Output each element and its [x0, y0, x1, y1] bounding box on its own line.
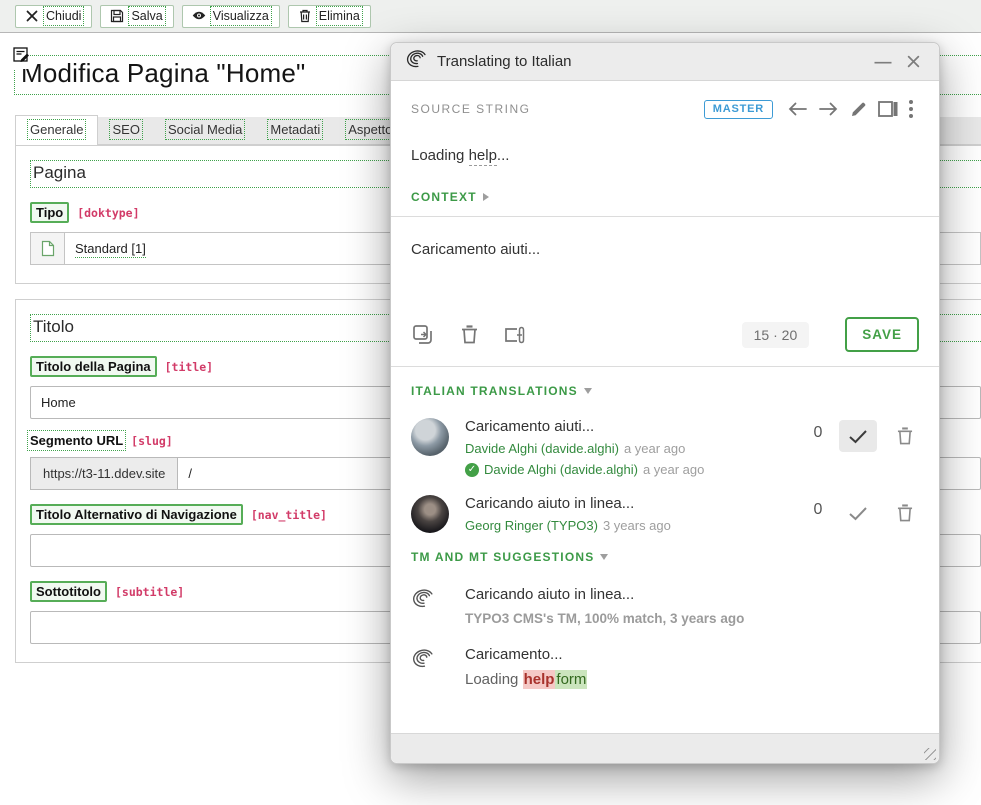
- doc-toolbar: Chiudi Salva Visualizza Elimina: [0, 0, 981, 33]
- close-document-button[interactable]: Chiudi: [15, 5, 92, 28]
- delete-button[interactable]: Elimina: [288, 5, 371, 28]
- tm-source-icon: [411, 646, 449, 688]
- dialog-footer: [391, 733, 939, 763]
- clear-translation-icon[interactable]: [457, 323, 481, 347]
- translation-author[interactable]: Georg Ringer (TYPO3): [465, 518, 598, 533]
- tab-seo[interactable]: SEO: [98, 116, 153, 144]
- tm-source-icon: [411, 586, 449, 626]
- copy-source-icon[interactable]: [411, 323, 435, 347]
- dialog-titlebar[interactable]: Translating to Italian —: [391, 43, 939, 81]
- suggestion-meta: TYPO3 CMS's TM, 100% match, 3 years ago: [465, 611, 919, 626]
- view-button[interactable]: Visualizza: [182, 5, 280, 28]
- close-button-label: Chiudi: [46, 9, 81, 23]
- edit-source-icon[interactable]: [843, 97, 873, 121]
- expand-context-icon: [483, 193, 489, 201]
- view-button-label: Visualizza: [213, 9, 269, 23]
- tab-generale[interactable]: Generale: [15, 115, 98, 145]
- save-translation-button[interactable]: SAVE: [845, 317, 919, 352]
- doktype-code: [doktype]: [77, 206, 139, 220]
- subtitle-code: [subtitle]: [115, 585, 184, 599]
- char-count: 15 · 20: [742, 322, 810, 348]
- translation-textarea[interactable]: Caricamento aiuti...: [411, 241, 919, 303]
- diff-added-text: form: [555, 670, 587, 689]
- suggestion-text: Caricando aiuto in linea...: [465, 586, 919, 603]
- save-button[interactable]: Salva: [100, 5, 173, 28]
- nav-title-label: Titolo Alternativo di Navigazione: [30, 504, 243, 525]
- avatar: [411, 418, 449, 456]
- doktype-label: Tipo: [30, 202, 69, 223]
- context-label: CONTEXT: [411, 190, 477, 204]
- crowdin-logo-icon: [405, 49, 428, 74]
- source-string-label: SOURCE STRING: [411, 102, 704, 116]
- eye-icon: [192, 9, 206, 23]
- nav-title-code: [nav_title]: [251, 508, 327, 522]
- diff-removed-text: help: [523, 670, 556, 689]
- suggestion-text: Caricamento...: [465, 646, 919, 663]
- slug-code: [slug]: [131, 434, 173, 448]
- delete-translation-icon[interactable]: [891, 497, 919, 529]
- edit-toolbar: 15 · 20 SAVE: [411, 317, 919, 352]
- collapse-translations-icon: [584, 388, 592, 394]
- divider: [391, 366, 939, 367]
- title-label: Titolo della Pagina: [30, 356, 157, 377]
- tab-metadati[interactable]: Metadati: [256, 116, 334, 144]
- source-string-row: SOURCE STRING MASTER: [411, 97, 919, 121]
- vote-count: 0: [811, 424, 825, 442]
- suggestion-diff: Loading helpform: [465, 671, 919, 688]
- translation-item: Caricando aiuto in linea... Georg Ringer…: [411, 495, 919, 533]
- collapse-suggestions-icon: [600, 554, 608, 560]
- save-button-label: Salva: [131, 9, 162, 23]
- dialog-body: SOURCE STRING MASTER Loading help...: [391, 81, 939, 735]
- approved-badge-icon: ✓: [465, 463, 479, 477]
- suggestions-section-header[interactable]: TM AND MT SUGGESTIONS: [411, 548, 919, 566]
- avatar: [411, 495, 449, 533]
- tab-social-media[interactable]: Social Media: [154, 116, 256, 144]
- approve-icon[interactable]: [839, 420, 877, 452]
- delete-translation-icon[interactable]: [891, 420, 919, 452]
- translation-item: Caricamento aiuti... Davide Alghi (david…: [411, 418, 919, 477]
- translation-text: Caricamento aiuti...: [465, 418, 811, 435]
- slug-prefix: https://t3-11.ddev.site: [30, 457, 177, 490]
- vote-count: 0: [811, 501, 825, 519]
- approve-icon[interactable]: [839, 497, 877, 529]
- translations-section-header[interactable]: ITALIAN TRANSLATIONS: [411, 382, 919, 400]
- close-icon: [25, 9, 39, 23]
- close-dialog-icon[interactable]: [901, 50, 925, 74]
- title-code: [title]: [165, 360, 213, 374]
- more-options-icon[interactable]: [903, 98, 919, 120]
- next-string-icon[interactable]: [813, 97, 843, 121]
- page-type-icon: [30, 232, 64, 265]
- suggestion-item[interactable]: Caricamento... Loading helpform: [411, 646, 919, 688]
- translation-text: Caricando aiuto in linea...: [465, 495, 811, 512]
- source-term-highlight: help: [469, 147, 497, 166]
- divider: [391, 216, 939, 217]
- minimize-icon[interactable]: —: [871, 50, 895, 74]
- translation-author[interactable]: Davide Alghi (davide.alghi): [465, 441, 619, 456]
- side-panel-icon[interactable]: [873, 97, 903, 121]
- delete-button-label: Elimina: [319, 9, 360, 23]
- context-row[interactable]: CONTEXT: [411, 188, 919, 206]
- slug-label: Segmento URL: [30, 433, 123, 448]
- source-text: Loading help...: [411, 147, 919, 164]
- approver-name[interactable]: Davide Alghi (davide.alghi): [484, 462, 638, 477]
- screen: Chiudi Salva Visualizza Elimina Modifica…: [0, 0, 981, 805]
- translation-dialog: Translating to Italian — SOURCE STRING M…: [390, 42, 940, 764]
- dialog-title: Translating to Italian: [437, 53, 871, 70]
- previous-string-icon[interactable]: [783, 97, 813, 121]
- save-icon: [110, 9, 124, 23]
- edit-record-icon: [13, 47, 30, 69]
- suggestion-item[interactable]: Caricando aiuto in linea... TYPO3 CMS's …: [411, 586, 919, 626]
- master-branch-badge: MASTER: [704, 100, 773, 119]
- subtitle-label: Sottotitolo: [30, 581, 107, 602]
- resize-grip[interactable]: [924, 748, 936, 760]
- trash-icon: [298, 9, 312, 23]
- select-text-icon[interactable]: [503, 323, 527, 347]
